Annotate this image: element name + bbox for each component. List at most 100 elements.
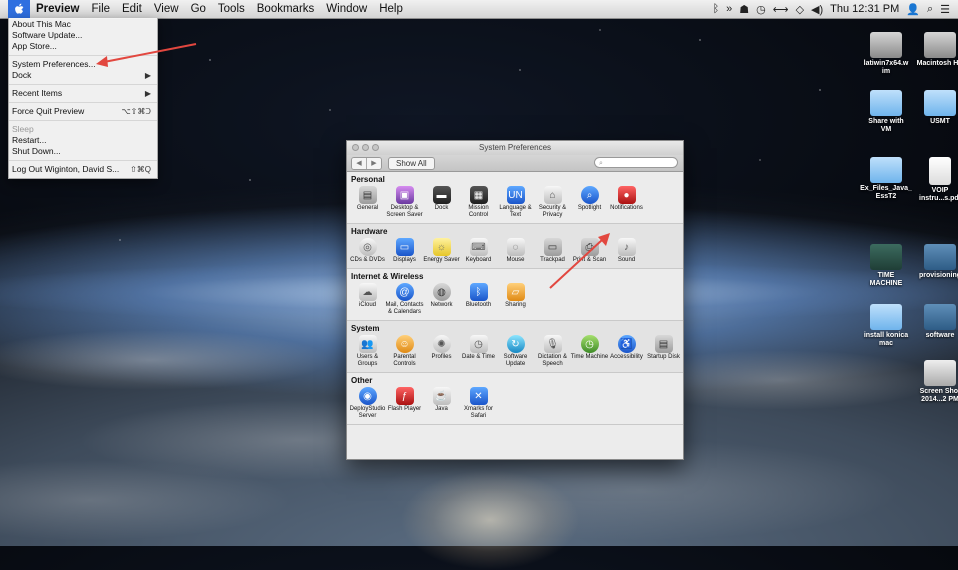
menu-view[interactable]: View (148, 0, 185, 18)
window-titlebar[interactable]: System Preferences (347, 141, 683, 155)
volume-icon[interactable]: ◀) (811, 3, 823, 16)
menu-window[interactable]: Window (320, 0, 373, 18)
pane-network[interactable]: ◍ Network (423, 283, 460, 316)
pane-language-text[interactable]: UN Language & Text (497, 186, 534, 219)
pane-desktop-screen-saver[interactable]: ▣ Desktop & Screen Saver (386, 186, 423, 219)
notification-center-icon[interactable]: ☰ (940, 3, 950, 16)
time-machine-status-icon[interactable]: ◷ (756, 3, 766, 16)
pane-label: Trackpad (540, 257, 565, 263)
pane-security-privacy[interactable]: ⌂ Security & Privacy (534, 186, 571, 219)
pane-startup-disk[interactable]: ▤ Startup Disk (645, 335, 682, 368)
desktop-item-share-with-vm[interactable]: Share with VM (860, 90, 912, 134)
menu-file[interactable]: File (85, 0, 116, 18)
pane-mouse[interactable]: ◌ Mouse (497, 238, 534, 264)
desktop-item-usmt[interactable]: USMT (914, 90, 958, 126)
apple-menu-item-shut-down[interactable]: Shut Down... (9, 146, 157, 157)
pane-icloud[interactable]: ☁ iCloud (349, 283, 386, 316)
xmarks-icon: ✕ (469, 387, 488, 405)
sync-icon[interactable]: ⟷ (773, 3, 789, 16)
apple-menu-item-restart[interactable]: Restart... (9, 135, 157, 146)
apple-menu-item-software-update[interactable]: Software Update... (9, 30, 157, 41)
menu-edit[interactable]: Edit (116, 0, 148, 18)
pane-general[interactable]: ▤ General (349, 186, 386, 219)
pane-notifications[interactable]: ● Notifications (608, 186, 645, 219)
pane-bluetooth[interactable]: ᛒ Bluetooth (460, 283, 497, 316)
apple-menu-item-log-out-wiginton-david-s[interactable]: Log Out Wiginton, David S... ⇧⌘Q (9, 164, 157, 175)
pane-java[interactable]: ☕ Java (423, 387, 460, 420)
pane-keyboard[interactable]: ⌨ Keyboard (460, 238, 497, 264)
pane-time-machine[interactable]: ◷ Time Machine (571, 335, 608, 368)
desktop-item-install-konica-mac[interactable]: install konica mac (860, 304, 912, 348)
pane-mission-control[interactable]: ▦ Mission Control (460, 186, 497, 219)
show-all-button[interactable]: Show All (388, 156, 435, 170)
startup-disk-icon: ▤ (654, 335, 673, 353)
section-system: System 👥 Users & Groups ☺ Parental Controls ✺… (347, 321, 683, 373)
desktop-item-label: Share with VM (868, 118, 904, 133)
spotlight-search-icon[interactable]: ⌕ (927, 3, 933, 16)
pane-displays[interactable]: ▭ Displays (386, 238, 423, 264)
section-title: Internet & Wireless (351, 272, 424, 281)
pane-cds-dvds[interactable]: ◎ CDs & DVDs (349, 238, 386, 264)
wifi-icon[interactable]: ◇ (796, 3, 804, 16)
pane-deploystudio-server[interactable]: ◉ DeployStudio Server (349, 387, 386, 420)
menu-tools[interactable]: Tools (212, 0, 251, 18)
desktop-item-label: Screen Shot 2014...2 PM (919, 388, 958, 403)
fast-forward-icon[interactable]: » (726, 3, 732, 15)
apple-menu-item-system-preferences[interactable]: System Preferences... (9, 59, 157, 70)
forward-button[interactable]: ▶ (366, 157, 381, 169)
minimize-button[interactable] (362, 144, 369, 151)
pane-flash-player[interactable]: ƒ Flash Player (386, 387, 423, 420)
menu-item-label: Log Out Wiginton, David S... (12, 164, 120, 174)
pane-parental-controls[interactable]: ☺ Parental Controls (386, 335, 423, 368)
pane-spotlight[interactable]: ⌕ Spotlight (571, 186, 608, 219)
back-button[interactable]: ◀ (352, 157, 366, 169)
pane-energy-saver[interactable]: ☼ Energy Saver (423, 238, 460, 264)
bluetooth-status-icon[interactable]: ᛒ (713, 3, 720, 15)
apple-menu-item-dock[interactable]: Dock ▶ (9, 70, 157, 81)
pane-accessibility[interactable]: ♿ Accessibility (608, 335, 645, 368)
pane-dock[interactable]: ▬ Dock (423, 186, 460, 219)
desktop-item-screen-shot-2014-2-pm[interactable]: Screen Shot 2014...2 PM (914, 360, 958, 404)
pane-label: Desktop & Screen Saver (386, 205, 423, 218)
pane-dictation-speech[interactable]: 🎙 Dictation & Speech (534, 335, 571, 368)
menu-item-shortcut: ⇧⌘Q (130, 165, 151, 174)
apple-menu-item-app-store[interactable]: App Store... (9, 41, 157, 52)
search-input[interactable]: ⌕ (594, 157, 678, 168)
desktop-item-label: software (925, 332, 955, 339)
menu-separator (9, 102, 157, 103)
desktop-item-provisioning[interactable]: provisioning (914, 244, 958, 280)
desktop-item-latiwin7x64-vmwarevm[interactable]: latiwin7x64.w im (860, 32, 912, 76)
section-other: Other ◉ DeployStudio Server ƒ Flash Player ☕ J… (347, 373, 683, 425)
desktop-item-ex-files-java-esst2[interactable]: Ex_Files_Java_ EssT2 (860, 157, 912, 201)
pane-label: Language & Text (499, 205, 532, 218)
dropbox-icon[interactable]: ☗ (739, 3, 749, 16)
apple-menu-item-about-this-mac[interactable]: About This Mac (9, 19, 157, 30)
desktop-item-time-machine[interactable]: TIME MACHINE (860, 244, 912, 288)
pane-xmarks-for-safari[interactable]: ✕ Xmarks for Safari (460, 387, 497, 420)
hard-drive-icon (924, 32, 956, 58)
desktop-item-software[interactable]: software (914, 304, 958, 340)
menu-bookmarks[interactable]: Bookmarks (251, 0, 321, 18)
pane-date-time[interactable]: ◷ Date & Time (460, 335, 497, 368)
pane-software-update[interactable]: ↻ Software Update (497, 335, 534, 368)
menu-preview[interactable]: Preview (30, 0, 85, 18)
pane-users-groups[interactable]: 👥 Users & Groups (349, 335, 386, 368)
apple-menu-item-force-quit-preview[interactable]: Force Quit Preview ⌥⇧⌘Ↄ (9, 106, 157, 117)
desktop-item-macintosh-hd[interactable]: Macintosh HD (914, 32, 958, 68)
pane-sharing[interactable]: ▱ Sharing (497, 283, 534, 316)
pane-profiles[interactable]: ✺ Profiles (423, 335, 460, 368)
pane-print-scan[interactable]: ⎙ Print & Scan (571, 238, 608, 264)
section-hardware: Hardware ◎ CDs & DVDs ▭ Displays ☼ Energy Save… (347, 224, 683, 269)
user-icon[interactable]: 👤 (906, 3, 920, 16)
apple-menu-icon[interactable] (8, 0, 30, 18)
desktop-item-voip-instru-s-pdf[interactable]: VOIP instru...s.pdf (914, 157, 958, 203)
menu-go[interactable]: Go (185, 0, 212, 18)
pane-sound[interactable]: ♪ Sound (608, 238, 645, 264)
pane-mail-contacts-calendars[interactable]: @ Mail, Contacts & Calendars (385, 283, 424, 316)
pane-trackpad[interactable]: ▭ Trackpad (534, 238, 571, 264)
close-button[interactable] (352, 144, 359, 151)
clock[interactable]: Thu 12:31 PM (830, 3, 899, 15)
apple-menu-item-recent-items[interactable]: Recent Items ▶ (9, 88, 157, 99)
menu-help[interactable]: Help (373, 0, 409, 18)
zoom-button[interactable] (372, 144, 379, 151)
